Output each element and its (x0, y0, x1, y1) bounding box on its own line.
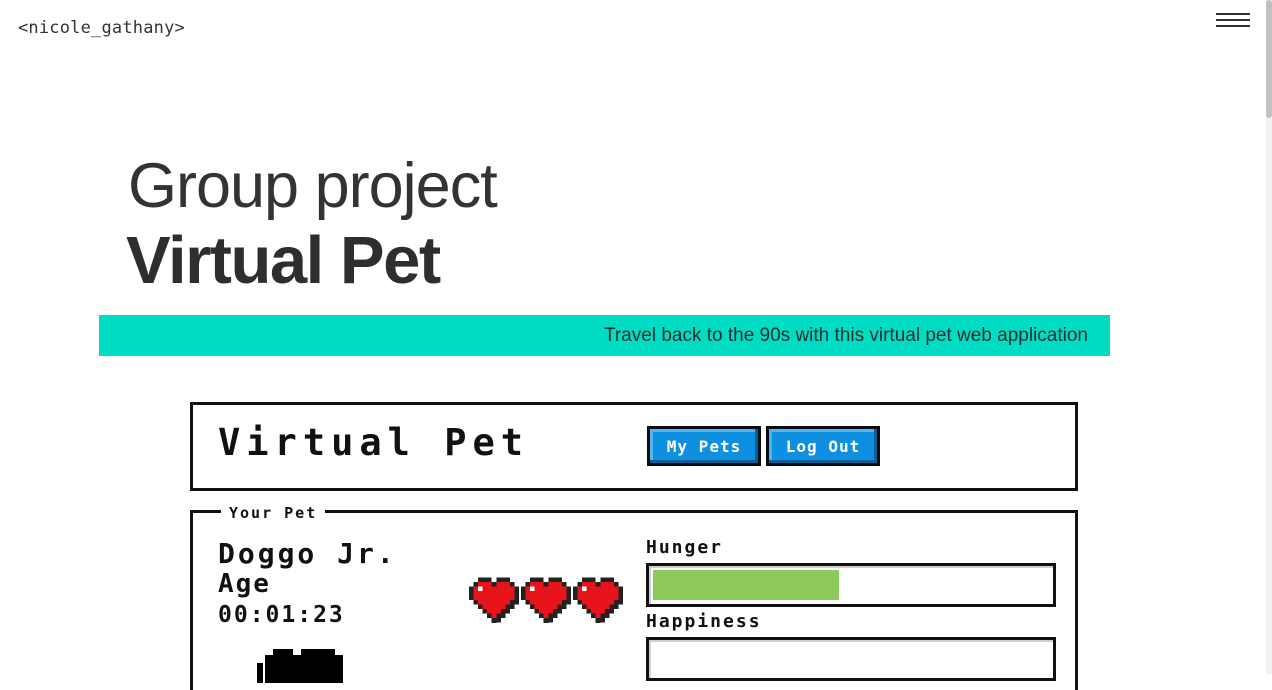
site-logo[interactable]: <nicole_gathany> (18, 18, 185, 38)
project-title: Virtual Pet (126, 223, 441, 298)
happiness-label: Happiness (646, 611, 762, 632)
pet-sprite (257, 649, 357, 683)
age-value: 00:01:23 (218, 602, 345, 628)
heart-icon (469, 577, 519, 623)
project-banner: Travel back to the 90s with this virtual… (99, 315, 1110, 356)
hunger-bar-fill (653, 570, 839, 600)
your-pet-panel: Your Pet Doggo Jr. Age 00:01:23 Hunger H… (190, 504, 1078, 690)
pet-name: Doggo Jr. (218, 537, 397, 570)
lives-hearts (469, 577, 623, 623)
heart-icon (573, 577, 623, 623)
panel-legend: Your Pet (221, 504, 326, 522)
app-header: Virtual Pet My Pets Log Out (190, 402, 1078, 491)
log-out-button[interactable]: Log Out (766, 426, 880, 466)
heart-icon (521, 577, 571, 623)
hamburger-menu-icon[interactable] (1214, 12, 1252, 30)
banner-text: Travel back to the 90s with this virtual… (603, 325, 1088, 346)
scrollbar-thumb[interactable] (1266, 0, 1272, 118)
project-eyebrow: Group project (128, 151, 498, 221)
age-label: Age (218, 569, 271, 599)
happiness-bar (646, 637, 1056, 681)
app-title: Virtual Pet (218, 421, 530, 464)
hunger-label: Hunger (646, 537, 724, 558)
page-scrollbar[interactable] (1266, 0, 1272, 674)
hunger-bar (646, 563, 1056, 607)
my-pets-button[interactable]: My Pets (647, 426, 761, 466)
